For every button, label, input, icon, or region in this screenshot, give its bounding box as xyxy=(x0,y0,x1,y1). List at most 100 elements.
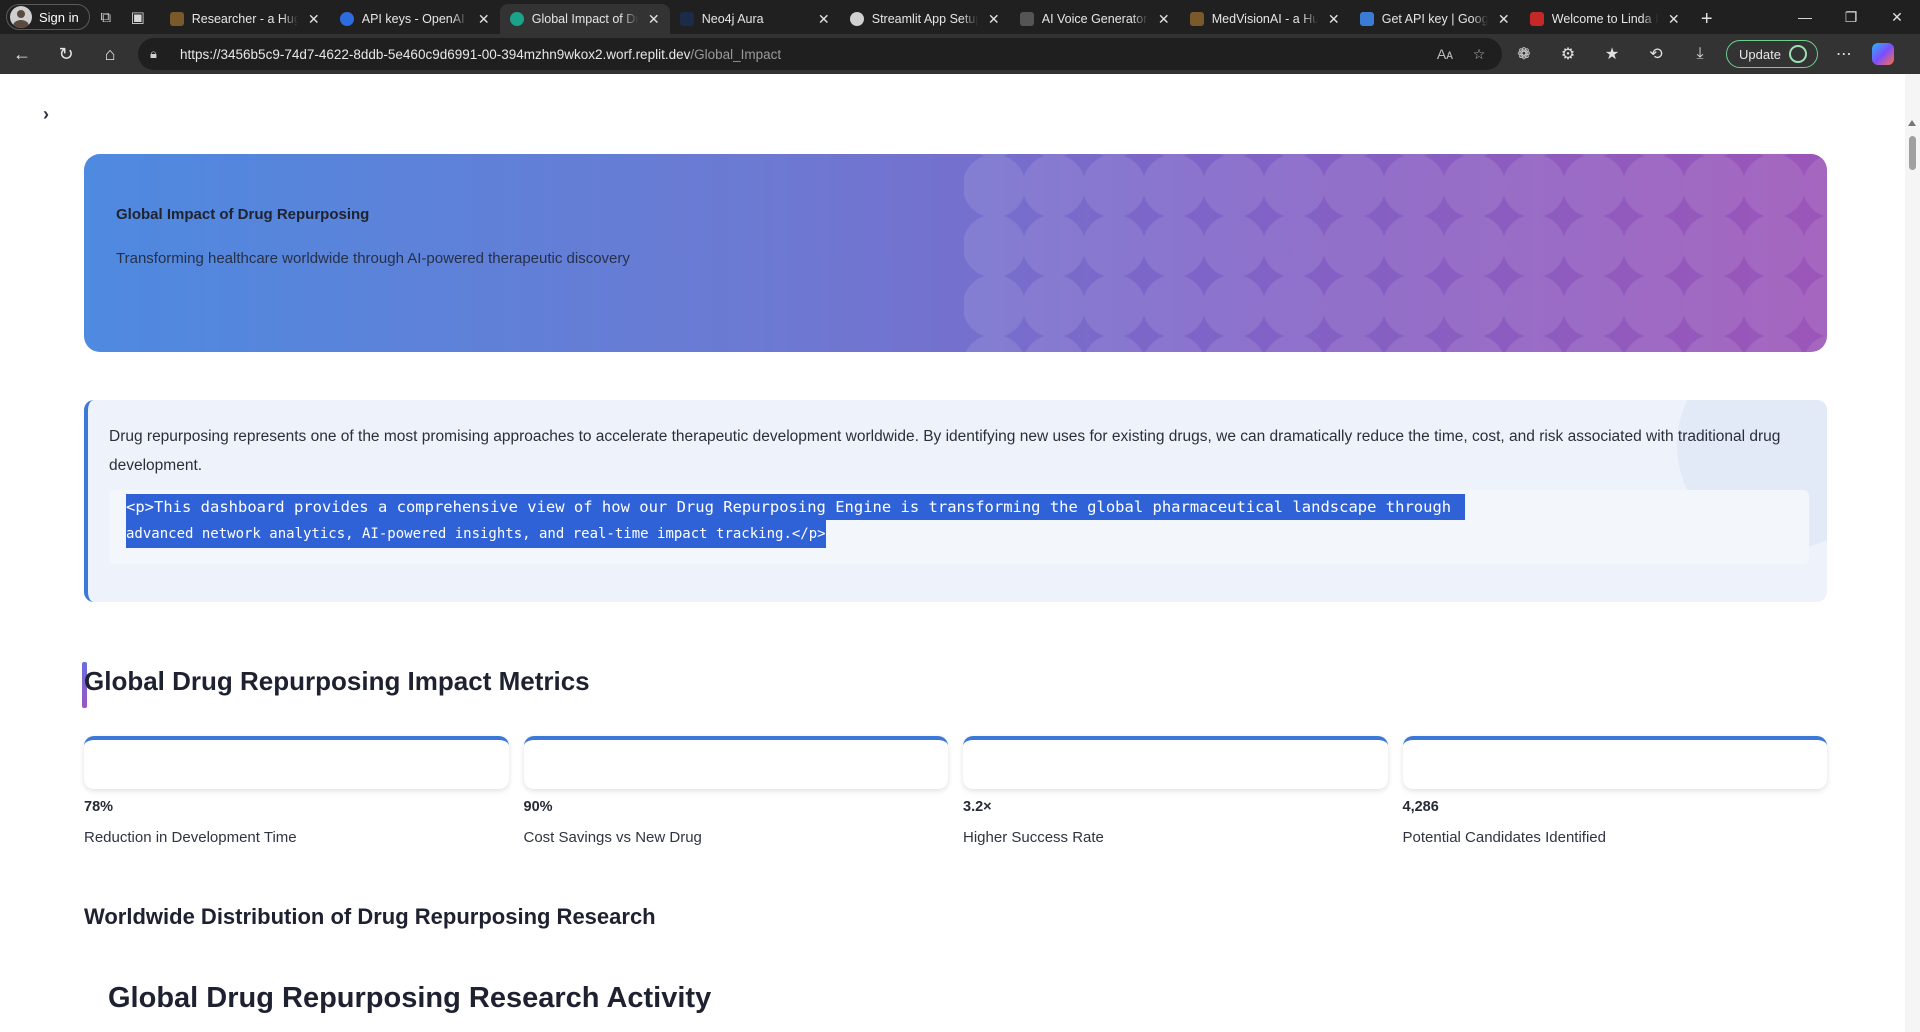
browser-tab-bar: Sign in ⧉ ▣ Researcher - a Hugg ✕ API ke… xyxy=(0,0,1920,34)
browser-toolbar: ← ↻ ⌂ 🔒︎ https://3456b5c9-74d7-4622-8ddb… xyxy=(0,34,1920,74)
tab-close-icon[interactable]: ✕ xyxy=(816,11,832,28)
tab-title: Welcome to Linda Ik xyxy=(1551,12,1658,26)
scroll-up-arrow-icon[interactable] xyxy=(1908,120,1916,126)
tab-favicon-icon xyxy=(1189,12,1204,26)
browser-tab[interactable]: MedVisionAI - a Hug ✕ xyxy=(1180,4,1350,34)
url-path: /Global_Impact xyxy=(690,46,782,62)
tab-title: Get API key | Google xyxy=(1381,12,1488,26)
more-menu-icon[interactable]: ⋯ xyxy=(1822,38,1866,70)
metric-card: 4,286 Potential Candidates Identified xyxy=(1402,736,1827,846)
back-icon[interactable]: ← xyxy=(0,38,44,70)
scrollbar-thumb[interactable] xyxy=(1909,136,1916,170)
extensions-icon[interactable]: ⚙ xyxy=(1546,38,1590,70)
browser-essentials-icon[interactable]: ❁ xyxy=(1502,38,1546,70)
restore-icon[interactable]: ❐ xyxy=(1828,0,1874,34)
avatar xyxy=(10,6,32,28)
tab-favicon-icon xyxy=(509,12,524,26)
update-label: Update xyxy=(1739,46,1781,62)
url-host: https://3456b5c9-74d7-4622-8ddb-5e460c9d… xyxy=(180,46,691,62)
browser-tab[interactable]: Welcome to Linda Ik ✕ xyxy=(1520,4,1690,34)
code-block[interactable]: <p>This dashboard provides a comprehensi… xyxy=(109,490,1809,564)
tab-strip: Researcher - a Hugg ✕ API keys - OpenAI … xyxy=(160,0,1724,34)
selected-code-line[interactable]: advanced network analytics, AI-powered i… xyxy=(126,520,826,548)
copilot-icon[interactable] xyxy=(1871,43,1894,65)
tab-title: AI Voice Generator & xyxy=(1041,12,1148,26)
tab-title: Researcher - a Hugg xyxy=(191,12,298,26)
metric-value: 90% xyxy=(523,799,553,815)
update-button[interactable]: Update xyxy=(1726,40,1818,68)
tab-close-icon[interactable]: ✕ xyxy=(1496,11,1512,28)
tab-favicon-icon xyxy=(1019,12,1034,26)
metric-card-box xyxy=(523,736,948,789)
tab-close-icon[interactable]: ✕ xyxy=(986,11,1002,28)
history-icon[interactable]: ⟲ xyxy=(1634,38,1678,70)
browser-tab[interactable]: AI Voice Generator & ✕ xyxy=(1010,4,1180,34)
sign-in-label: Sign in xyxy=(39,9,79,25)
favorite-star-icon[interactable]: ☆ xyxy=(1468,46,1490,63)
metric-card: 3.2× Higher Success Rate xyxy=(963,736,1388,846)
metric-card-box xyxy=(84,736,509,789)
favorites-icon[interactable]: ★ xyxy=(1590,38,1634,70)
metric-value: 78% xyxy=(84,799,114,815)
tab-title: Neo4j Aura xyxy=(701,12,764,26)
tab-favicon-icon xyxy=(679,12,694,26)
tab-title: Streamlit App Setup xyxy=(871,12,978,26)
metric-cards: 78% Reduction in Development Time 90% Co… xyxy=(84,736,1827,846)
tab-close-icon[interactable]: ✕ xyxy=(646,11,662,28)
intro-callout: Drug repurposing represents one of the m… xyxy=(84,400,1827,602)
tab-close-icon[interactable]: ✕ xyxy=(476,11,492,28)
metric-value: 3.2× xyxy=(963,799,992,815)
research-activity-heading: Global Drug Repurposing Research Activit… xyxy=(108,982,712,1014)
tab-close-icon[interactable]: ✕ xyxy=(1326,11,1342,28)
metric-label: Potential Candidates Identified xyxy=(1402,829,1606,846)
chevron-right-icon[interactable]: › xyxy=(36,104,56,124)
hero-banner: Global Impact of Drug Repurposing Transf… xyxy=(84,154,1827,352)
tab-favicon-icon xyxy=(1359,12,1374,26)
tab-close-icon[interactable]: ✕ xyxy=(306,11,322,28)
tab-favicon-icon xyxy=(169,12,184,26)
page-viewport: › Global Impact of Drug Repurposing Tran… xyxy=(0,74,1920,1032)
dot-pattern xyxy=(964,154,1827,352)
metric-card: 90% Cost Savings vs New Drug xyxy=(523,736,948,846)
tab-title: MedVisionAI - a Hug xyxy=(1211,12,1318,26)
metric-value: 4,286 xyxy=(1402,799,1439,815)
metric-card-box xyxy=(963,736,1388,789)
profile-sign-in-button[interactable]: Sign in xyxy=(6,4,90,30)
tab-close-icon[interactable]: ✕ xyxy=(1156,11,1172,28)
home-icon[interactable]: ⌂ xyxy=(88,38,132,70)
close-window-icon[interactable]: ✕ xyxy=(1874,0,1920,34)
browser-tab[interactable]: API keys - OpenAI A ✕ xyxy=(330,4,500,34)
selected-code-line[interactable]: <p>This dashboard provides a comprehensi… xyxy=(126,494,1466,520)
hero-subtitle: Transforming healthcare worldwide throug… xyxy=(116,250,630,267)
update-status-icon xyxy=(1788,45,1807,63)
metric-label: Reduction in Development Time xyxy=(84,829,297,846)
workspaces-icon[interactable]: ⧉ xyxy=(90,3,122,31)
tab-title: API keys - OpenAI A xyxy=(361,12,468,26)
browser-tab-active[interactable]: Global Impact of Dru ✕ xyxy=(499,4,670,34)
tab-title: Global Impact of Dru xyxy=(531,12,638,26)
tab-favicon-icon xyxy=(1529,12,1544,26)
new-tab-icon[interactable]: + xyxy=(1690,4,1724,34)
tab-favicon-icon xyxy=(339,12,354,26)
metric-label: Cost Savings vs New Drug xyxy=(523,829,702,846)
metric-card-box xyxy=(1402,736,1827,789)
metrics-heading: Global Drug Repurposing Impact Metrics xyxy=(82,662,590,708)
tab-close-icon[interactable]: ✕ xyxy=(1666,11,1682,28)
browser-tab[interactable]: Get API key | Google ✕ xyxy=(1350,4,1520,34)
url-text[interactable]: https://3456b5c9-74d7-4622-8ddb-5e460c9d… xyxy=(180,47,1422,62)
hero-title: Global Impact of Drug Repurposing xyxy=(116,206,370,223)
metric-label: Higher Success Rate xyxy=(963,829,1104,846)
lock-icon[interactable]: 🔒︎ xyxy=(150,46,168,62)
downloads-icon[interactable]: ⤓ xyxy=(1678,38,1722,70)
read-aloud-icon[interactable]: Aᴀ xyxy=(1434,46,1456,62)
address-bar[interactable]: 🔒︎ https://3456b5c9-74d7-4622-8ddb-5e460… xyxy=(138,38,1502,70)
tab-actions-icon[interactable]: ▣ xyxy=(122,3,154,31)
refresh-icon[interactable]: ↻ xyxy=(44,38,88,70)
browser-tab[interactable]: Neo4j Aura ✕ xyxy=(670,4,840,34)
page-scrollbar[interactable] xyxy=(1905,74,1920,1032)
minimize-icon[interactable]: — xyxy=(1782,0,1828,34)
browser-tab[interactable]: Researcher - a Hugg ✕ xyxy=(160,4,330,34)
browser-tab[interactable]: Streamlit App Setup ✕ xyxy=(840,4,1010,34)
distribution-heading: Worldwide Distribution of Drug Repurposi… xyxy=(84,904,656,929)
tab-favicon-icon xyxy=(849,12,864,26)
